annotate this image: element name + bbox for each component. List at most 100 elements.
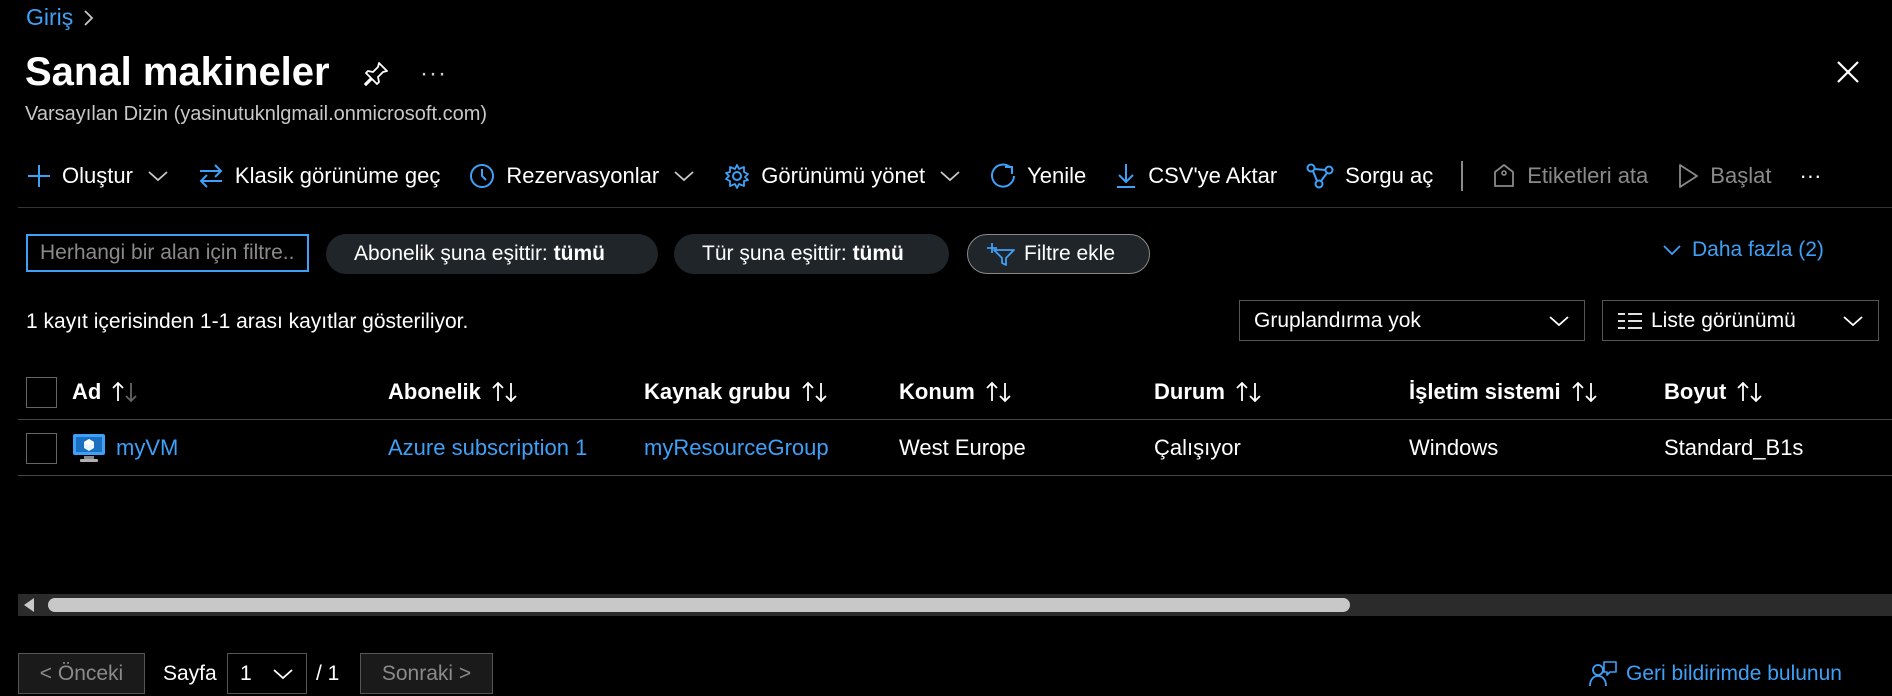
sort-icon [1571,381,1599,403]
type-filter-label: Tür şuna eşittir: [702,242,847,265]
scrollbar-thumb[interactable] [48,598,1350,612]
os-cell: Windows [1409,435,1499,460]
column-header-resource-group[interactable]: Kaynak grubu [644,364,829,420]
toolbar-separator [1461,161,1464,191]
row-checkbox[interactable] [26,420,57,476]
add-filter-button[interactable]: Filtre ekle [967,234,1150,274]
list-view-icon [1617,311,1643,331]
chevron-right-icon [83,9,95,27]
classic-view-label: Klasik görünüme geç [234,163,441,188]
search-input[interactable] [26,234,309,272]
column-header-os-label: İşletim sistemi [1409,379,1561,404]
export-csv-label: CSV'ye Aktar [1148,163,1278,188]
chevron-down-icon [1548,314,1570,328]
subscription-cell: Azure subscription 1 [388,420,587,476]
start-label: Başlat [1710,163,1772,188]
page-subtitle: Varsayılan Dizin (yasinutuknlgmail.onmic… [25,103,488,125]
type-filter-value: tümü [852,242,904,265]
add-filter-label: Filtre ekle [1024,242,1116,265]
toolbar-divider [18,207,1892,208]
column-header-status[interactable]: Durum [1154,364,1263,420]
refresh-button[interactable]: Yenile [989,156,1086,196]
more-options-icon: ··· [1799,163,1822,188]
download-icon [1114,162,1138,190]
close-icon[interactable] [1836,60,1860,84]
column-header-resource-group-label: Kaynak grubu [644,379,791,404]
column-header-name[interactable]: Ad [72,364,139,420]
chevron-down-icon [147,169,169,183]
page-label: Sayfa [163,662,217,685]
vm-name-link[interactable]: myVM [116,435,178,461]
view-mode-value: Liste görünümü [1651,308,1796,332]
chevron-down-icon [1842,314,1864,328]
page-number-dropdown[interactable]: 1 [227,653,307,694]
query-graph-icon [1305,162,1335,190]
record-count-text: 1 kayıt içerisinden 1-1 arası kayıtlar g… [26,310,469,333]
chevron-down-icon [673,169,695,183]
sort-icon [985,381,1013,403]
virtual-machine-icon [72,433,106,463]
column-header-subscription[interactable]: Abonelik [388,364,519,420]
assign-tags-button[interactable]: Etiketleri ata [1491,156,1648,196]
grouping-dropdown[interactable]: Gruplandırma yok [1239,300,1585,341]
horizontal-scrollbar[interactable] [18,594,1892,616]
gear-icon [723,162,751,190]
location-cell: West Europe [899,435,1026,460]
reservations-label: Rezervasyonlar [506,163,660,188]
column-header-location-label: Konum [899,379,975,404]
chevron-down-icon [272,667,294,681]
toolbar-more-button[interactable]: ··· [1799,156,1821,196]
start-button[interactable]: Başlat [1676,156,1771,196]
select-all-checkbox[interactable] [26,364,57,420]
refresh-icon [989,162,1017,190]
sort-icon [801,381,829,403]
sort-icon [491,381,519,403]
more-options-icon[interactable]: ··· [420,60,447,88]
row-divider [18,475,1892,476]
page-title: Sanal makineler [25,50,330,94]
reservations-button[interactable]: Rezervasyonlar [468,156,695,196]
previous-page-button[interactable]: < Önceki [18,653,145,694]
play-icon [1676,162,1700,190]
vm-name-cell: myVM [72,420,178,476]
open-query-button[interactable]: Sorgu aç [1305,156,1433,196]
column-header-size-label: Boyut [1664,379,1727,404]
view-mode-dropdown[interactable]: Liste görünümü [1602,300,1879,341]
column-header-location[interactable]: Konum [899,364,1013,420]
breadcrumb: Giriş [26,4,95,31]
classic-view-button[interactable]: Klasik görünüme geç [197,156,440,196]
sort-icon [111,381,139,403]
feedback-link[interactable]: Geri bildirimde bulunun [1588,660,1842,688]
table-row[interactable]: myVM Azure subscription 1 myResourceGrou… [18,420,1892,476]
column-header-os[interactable]: İşletim sistemi [1409,364,1599,420]
column-header-size[interactable]: Boyut [1664,364,1764,420]
subscription-link[interactable]: Azure subscription 1 [388,435,587,461]
manage-view-label: Görünümü yönet [761,163,926,188]
more-filters-link[interactable]: Daha fazla (2) [1662,238,1824,262]
column-header-status-label: Durum [1154,379,1225,404]
plus-icon [26,163,52,189]
size-cell: Standard_B1s [1664,435,1804,460]
add-filter-icon [986,241,1016,267]
manage-view-button[interactable]: Görünümü yönet [723,156,961,196]
refresh-label: Yenile [1027,163,1087,188]
pin-icon[interactable] [362,60,390,88]
page-number-value: 1 [240,661,252,685]
breadcrumb-home-link[interactable]: Giriş [26,4,73,31]
resource-group-link[interactable]: myResourceGroup [644,435,829,461]
toolbar: Oluştur Klasik görünüme geç Rezervasyonl… [26,156,1849,196]
tag-icon [1491,162,1517,190]
scroll-left-arrow-icon[interactable] [24,598,34,612]
next-page-button[interactable]: Sonraki > [360,653,493,694]
export-csv-button[interactable]: CSV'ye Aktar [1114,156,1277,196]
type-filter-pill[interactable]: Tür şuna eşittir: tümü [674,234,949,274]
chevron-down-icon [939,169,961,183]
column-header-subscription-label: Abonelik [388,379,481,404]
subscription-filter-pill[interactable]: Abonelik şuna eşittir: tümü [326,234,658,274]
chevron-down-icon [1662,244,1682,256]
clock-icon [468,162,496,190]
open-query-label: Sorgu aç [1345,163,1434,188]
create-button[interactable]: Oluştur [26,156,169,196]
create-label: Oluştur [62,163,133,188]
table-header-row: Ad Abonelik Kaynak grubu Konum Durum İşl… [18,364,1892,420]
